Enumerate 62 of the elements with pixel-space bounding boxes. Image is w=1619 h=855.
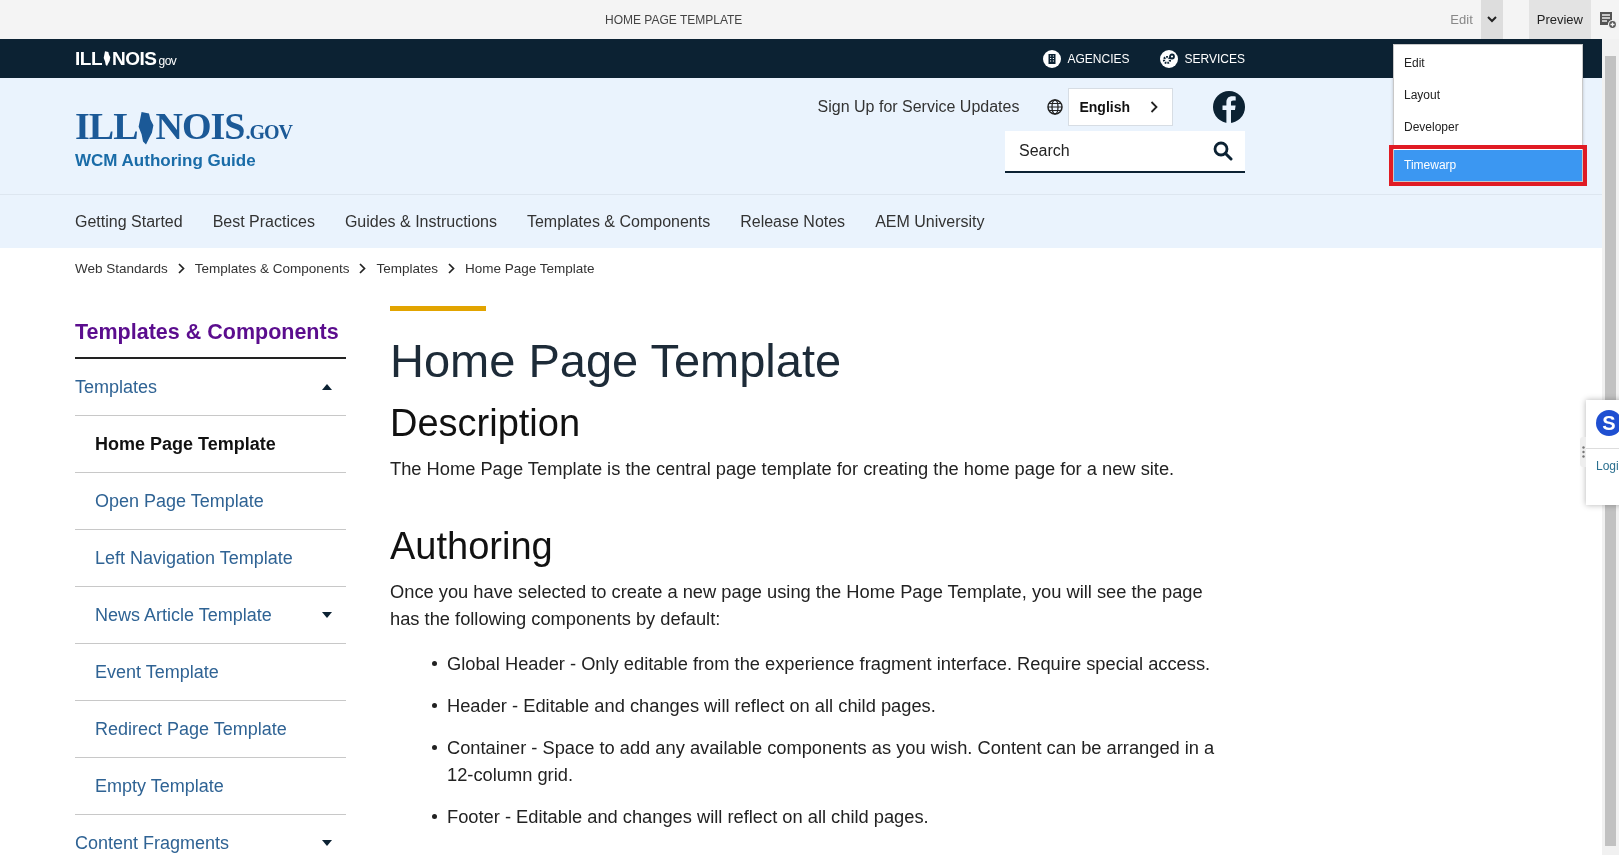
sidebar-item[interactable]: News Article Template: [75, 587, 346, 644]
breadcrumb-link[interactable]: Templates: [376, 260, 438, 276]
nav-link[interactable]: Guides & Instructions: [344, 212, 497, 231]
nav-link[interactable]: Getting Started: [75, 212, 183, 231]
nav-link[interactable]: AEM University: [875, 212, 985, 231]
bullet-icon: [432, 745, 437, 750]
sidebar-item[interactable]: Empty Template: [75, 758, 346, 815]
paragraph: Once you have selected to create a new page using the Home Page Template, you will see the page has the following components by default:: [390, 580, 1204, 631]
site-logo[interactable]: ILL NOIS.GOV: [75, 108, 292, 150]
search-button[interactable]: [1201, 131, 1245, 173]
sidebar-item[interactable]: Left Navigation Template: [75, 530, 346, 587]
menu-item[interactable]: Edit: [1394, 50, 1582, 82]
sidebar-item[interactable]: Event Template: [75, 644, 346, 701]
breadcrumb-link[interactable]: Web Standards: [75, 260, 168, 276]
bullet-icon: [432, 703, 437, 708]
sidebar-item[interactable]: Content Fragments: [75, 815, 346, 855]
building-icon: [1042, 49, 1061, 68]
facebook-icon[interactable]: [1213, 91, 1245, 123]
logo-badge[interactable]: S: [1596, 410, 1619, 436]
section-heading: Description: [390, 401, 582, 446]
site-subtitle: WCM Authoring Guide: [75, 151, 257, 171]
list-item: Global Header - Only editable from the experience fragment interface. Require special access.: [447, 652, 1211, 676]
utility-link[interactable]: SERVICES: [1159, 49, 1245, 68]
caret-icon: [1486, 16, 1497, 23]
chevron-right-icon: [447, 262, 455, 274]
chevron-right-icon: [1150, 101, 1158, 113]
chevron-right-icon: [359, 262, 367, 274]
dots-icon: [1581, 446, 1585, 458]
menu-item[interactable]: Developer: [1394, 114, 1582, 146]
list-item: Header - Editable and changes will reflect on all child pages.: [447, 694, 936, 718]
language-button[interactable]: English: [1068, 88, 1173, 126]
globe-icon: [1047, 99, 1064, 115]
nav-link[interactable]: Templates & Components: [526, 212, 711, 231]
sidebar-item[interactable]: Redirect Page Template: [75, 701, 346, 758]
drag-handle[interactable]: [1580, 437, 1586, 467]
sidebar-item[interactable]: Open Page Template: [75, 473, 346, 530]
site-logo[interactable]: ILL NOIS gov: [75, 47, 177, 70]
paragraph: The Home Page Template is the central page template for creating the home page for a new site.: [390, 457, 1176, 481]
sidebar-item[interactable]: Home Page Template: [75, 416, 346, 473]
utility-link[interactable]: AGENCIES: [1042, 49, 1130, 68]
menu-item[interactable]: Layout: [1394, 82, 1582, 114]
mode-dropdown-button[interactable]: [1480, 0, 1503, 39]
bullet-icon: [432, 814, 437, 819]
page-title: HOME PAGE TEMPLATE: [605, 12, 743, 27]
sidebar-title: Templates & Components: [75, 306, 346, 359]
search-icon: [1213, 141, 1233, 161]
list-item: Container - Space to add any available components as you wish. Content can be arranged in a 12-column grid.: [447, 736, 1216, 787]
section-heading: Authoring: [390, 524, 554, 569]
bullet-icon: [432, 661, 437, 666]
search-field[interactable]: Search: [1005, 131, 1201, 173]
breadcrumb-link[interactable]: Home Page Template: [464, 260, 595, 276]
chevron-right-icon: [177, 262, 185, 274]
gears-icon: [1159, 49, 1178, 68]
nav-link[interactable]: Release Notes: [740, 212, 846, 231]
breadcrumb-link[interactable]: Templates & Components: [194, 260, 350, 276]
signup-link[interactable]: Sign Up for Service Updates: [817, 98, 1020, 116]
list-item: Footer - Editable and changes will reflect on all child pages.: [447, 805, 929, 829]
nav-link[interactable]: Best Practices: [212, 212, 315, 231]
mode-label: Edit: [1450, 12, 1473, 27]
sidebar-item[interactable]: Templates: [75, 359, 346, 416]
page-heading: Home Page Template: [390, 333, 843, 389]
preview-button[interactable]: Preview: [1528, 0, 1591, 39]
